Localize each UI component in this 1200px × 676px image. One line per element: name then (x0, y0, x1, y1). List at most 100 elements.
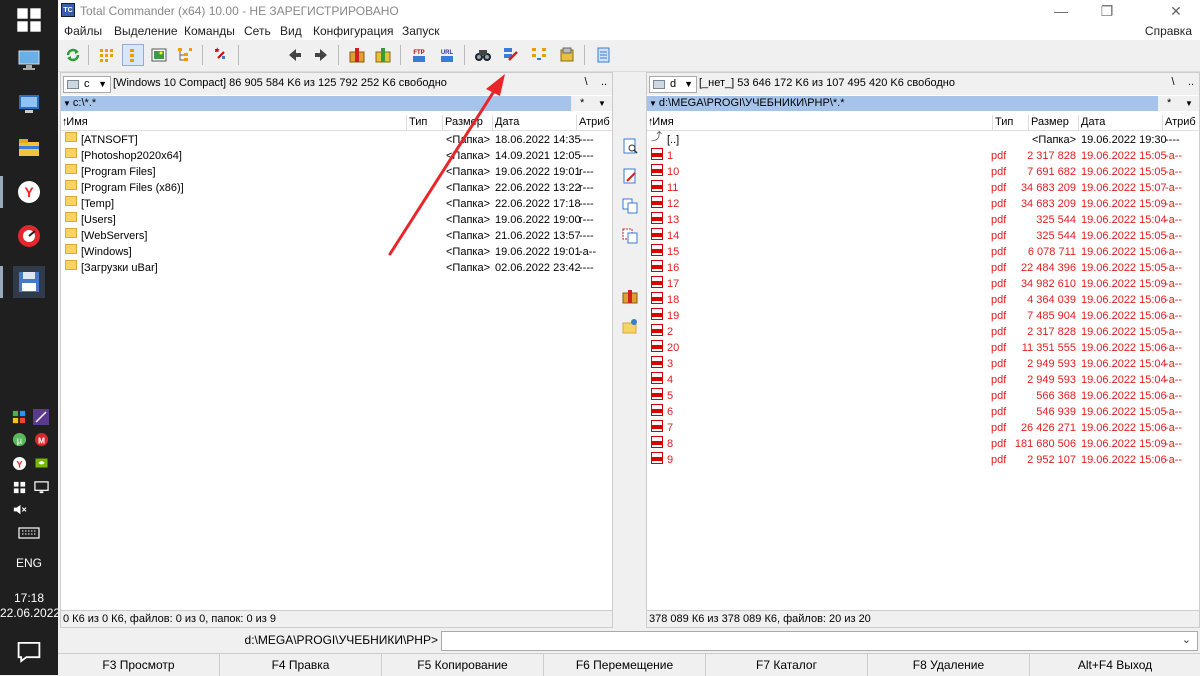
left-up-button[interactable]: .. (597, 76, 611, 88)
right-up-button[interactable]: .. (1184, 76, 1198, 88)
back-icon[interactable] (284, 44, 306, 66)
menu-view[interactable]: Вид (280, 24, 302, 38)
table-row[interactable]: [Temp] <Папка> 22.06.2022 17:18 ---- (61, 196, 612, 212)
clock-time[interactable]: 17:18 (0, 591, 58, 606)
right-panel[interactable]: d ▼ [_нет_] 53 646 172 K6 из 107 495 420 … (646, 72, 1200, 628)
table-row[interactable]: 1 pdf 2 317 828 19.06.2022 15:05 -a-- (647, 148, 1199, 164)
right-col-size[interactable]: Размер (1029, 115, 1079, 131)
right-drive-select[interactable]: d ▼ (649, 76, 697, 93)
full-view-icon[interactable] (122, 44, 144, 66)
table-row[interactable]: 4 pdf 2 949 593 19.06.2022 15:04 -a-- (647, 372, 1199, 388)
table-row[interactable]: [Users] <Папка> 19.06.2022 19:00 r--- (61, 212, 612, 228)
nvidia-icon[interactable] (32, 454, 50, 472)
table-row[interactable]: [ATNSOFT] <Папка> 18.06.2022 14:35 ---- (61, 132, 612, 148)
close-icon[interactable]: ✕ (1153, 0, 1199, 22)
find-files-icon[interactable] (472, 44, 494, 66)
menu-commands[interactable]: Команды (184, 24, 235, 38)
f3-view-button[interactable]: F3 Просмотр (58, 654, 220, 676)
shield-icon[interactable] (10, 408, 28, 426)
menu-selection[interactable]: Выделение (114, 24, 178, 38)
copy-names-icon[interactable] (556, 44, 578, 66)
table-row[interactable]: 12 pdf 34 683 209 19.06.2022 15:09 -a-- (647, 196, 1199, 212)
history-arrow-icon[interactable]: ▼ (649, 99, 657, 108)
table-row[interactable]: [Windows] <Папка> 19.06.2022 19:01 -a-- (61, 244, 612, 260)
notepad-icon[interactable] (592, 44, 614, 66)
left-drive-select[interactable]: c ▼ (63, 76, 111, 93)
unpack-files-icon[interactable] (372, 44, 394, 66)
yandex-browser-icon[interactable]: Y (13, 176, 45, 208)
ftp-icon[interactable]: FTP (408, 44, 430, 66)
feather-icon[interactable] (32, 408, 50, 426)
right-path[interactable]: ▼ d:\MEGA\PROGI\УЧЕБНИКИ\PHP\*.* (647, 96, 1158, 111)
title-bar[interactable]: TC Total Commander (x64) 10.00 - НЕ ЗАРЕ… (58, 0, 1200, 22)
f5-copy-button[interactable]: F5 Копирование (382, 654, 544, 676)
network-icon[interactable] (10, 478, 28, 496)
table-row[interactable]: 3 pdf 2 949 593 19.06.2022 15:04 -a-- (647, 356, 1199, 372)
restore-icon[interactable]: ❐ (1084, 0, 1130, 22)
menu-network[interactable]: Сеть (244, 24, 271, 38)
left-path[interactable]: ▼ c:\*.* (61, 96, 571, 111)
move-icon[interactable] (620, 226, 640, 246)
thumbnails-icon[interactable] (148, 44, 170, 66)
right-col-attr[interactable]: Атриб (1163, 115, 1200, 131)
table-row[interactable]: 17 pdf 34 982 610 19.06.2022 15:09 -a-- (647, 276, 1199, 292)
computer-icon[interactable] (13, 44, 45, 76)
tree-icon[interactable] (174, 44, 196, 66)
f4-edit-button[interactable]: F4 Правка (220, 654, 382, 676)
history-arrow-icon[interactable]: ▼ (63, 99, 71, 108)
language-indicator[interactable]: ENG (0, 556, 58, 570)
start-icon[interactable] (13, 4, 45, 36)
view-icon[interactable] (620, 136, 640, 156)
table-row[interactable]: ⤴ [..] <Папка> 19.06.2022 19:30 ---- (647, 132, 1199, 148)
menu-launch[interactable]: Запуск (402, 24, 440, 38)
table-row[interactable]: 9 pdf 2 952 107 19.06.2022 15:06 -a-- (647, 452, 1199, 468)
table-row[interactable]: [Photoshop2020x64] <Папка> 14.09.2021 12:0… (61, 148, 612, 164)
remote-desktop-icon[interactable] (13, 88, 45, 120)
table-row[interactable]: 11 pdf 34 683 209 19.06.2022 15:07 -a-- (647, 180, 1199, 196)
table-row[interactable]: 5 pdf 566 368 19.06.2022 15:06 -a-- (647, 388, 1199, 404)
chevron-down-icon[interactable]: ⌄ (1182, 633, 1191, 646)
left-root-button[interactable]: \ (579, 76, 593, 88)
mega-icon[interactable]: M (32, 430, 50, 448)
app-icon[interactable]: TC (61, 3, 75, 17)
left-col-type[interactable]: Тип (407, 115, 443, 131)
multi-rename-icon[interactable] (500, 44, 522, 66)
left-col-date[interactable]: Дата (493, 115, 577, 131)
forward-icon[interactable] (310, 44, 332, 66)
right-filter[interactable]: * (1167, 96, 1171, 111)
floppy-icon[interactable] (13, 266, 45, 298)
invert-selection-icon[interactable] (210, 44, 232, 66)
file-explorer-icon[interactable] (13, 132, 45, 164)
alt-f4-exit-button[interactable]: Alt+F4 Выход (1030, 654, 1200, 676)
table-row[interactable]: 20 pdf 11 351 555 19.06.2022 15:06 -a-- (647, 340, 1199, 356)
keyboard-icon[interactable] (18, 524, 40, 542)
sync-dirs-icon[interactable] (528, 44, 550, 66)
table-row[interactable]: [Program Files (x86)] <Папка> 22.06.2022 1… (61, 180, 612, 196)
clock-date[interactable]: 22.06.2022 (0, 606, 60, 620)
right-col-type[interactable]: Тип (993, 115, 1029, 131)
minimize-icon[interactable]: — (1038, 0, 1084, 22)
f7-mkdir-button[interactable]: F7 Каталог (706, 654, 868, 676)
utorrent-icon[interactable]: µ (10, 430, 28, 448)
refresh-icon[interactable] (62, 44, 84, 66)
new-folder-icon[interactable] (620, 316, 640, 336)
table-row[interactable]: [Program Files] <Папка> 19.06.2022 19:01 r-… (61, 164, 612, 180)
command-line-input[interactable]: ⌄ (441, 631, 1198, 651)
copy-icon[interactable] (620, 196, 640, 216)
table-row[interactable]: 14 pdf 325 544 19.06.2022 15:05 -a-- (647, 228, 1199, 244)
volume-muted-icon[interactable] (10, 500, 28, 518)
table-row[interactable]: [Загрузки uBar] <Папка> 02.06.2022 23:42 --… (61, 260, 612, 276)
table-row[interactable]: 8 pdf 181 680 506 19.06.2022 15:09 -a-- (647, 436, 1199, 452)
display-icon[interactable] (32, 478, 50, 496)
table-row[interactable]: 19 pdf 7 485 904 19.06.2022 15:06 -a-- (647, 308, 1199, 324)
chevron-down-icon[interactable]: ▼ (1185, 96, 1193, 111)
table-row[interactable]: 18 pdf 4 364 039 19.06.2022 15:06 -a-- (647, 292, 1199, 308)
left-panel[interactable]: c ▼ [Windows 10 Compact] 86 905 584 K6 из… (60, 72, 613, 628)
brief-view-icon[interactable] (96, 44, 118, 66)
table-row[interactable]: 7 pdf 26 426 271 19.06.2022 15:06 -a-- (647, 420, 1199, 436)
table-row[interactable]: 10 pdf 7 691 682 19.06.2022 15:05 -a-- (647, 164, 1199, 180)
left-col-attr[interactable]: Атриб (577, 115, 614, 131)
table-row[interactable]: 2 pdf 2 317 828 19.06.2022 15:05 -a-- (647, 324, 1199, 340)
speedometer-icon[interactable] (13, 220, 45, 252)
f8-delete-button[interactable]: F8 Удаление (868, 654, 1030, 676)
